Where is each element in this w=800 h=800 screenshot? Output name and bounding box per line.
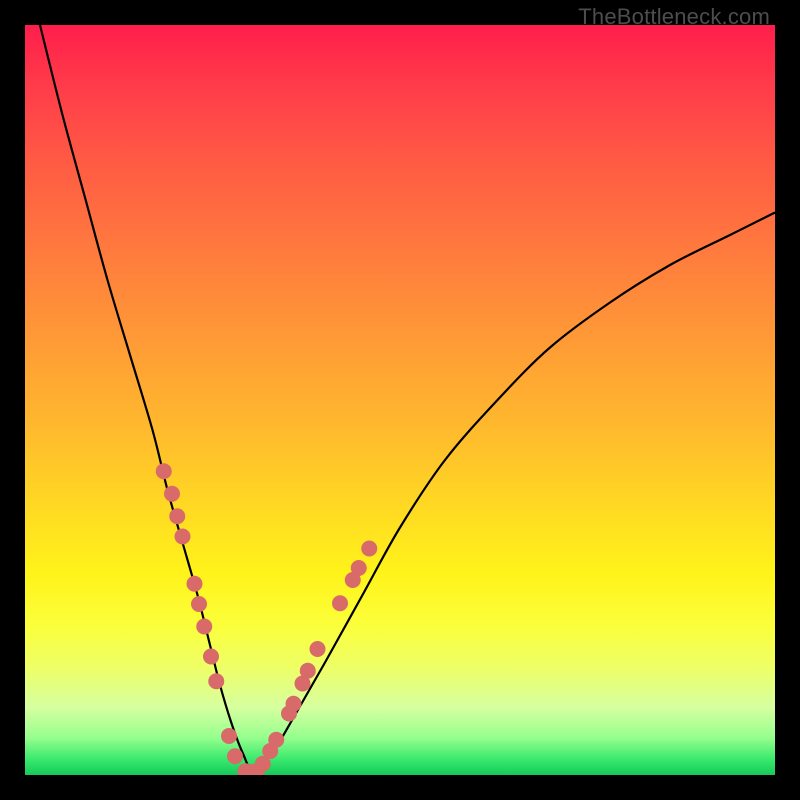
curve-marker	[300, 663, 316, 679]
curve-markers	[156, 463, 378, 775]
watermark-text: TheBottleneck.com	[578, 4, 770, 30]
curve-marker	[164, 486, 180, 502]
curve-marker	[187, 576, 203, 592]
curve-marker	[191, 596, 207, 612]
curve-marker	[169, 508, 185, 524]
curve-marker	[332, 595, 348, 611]
curve-marker	[203, 649, 219, 665]
bottleneck-curve	[40, 25, 775, 771]
curve-marker	[208, 673, 224, 689]
curve-marker	[175, 529, 191, 545]
curve-marker	[268, 732, 284, 748]
chart-frame	[25, 25, 775, 775]
curve-marker	[361, 541, 377, 557]
curve-marker	[221, 728, 237, 744]
curve-marker	[156, 463, 172, 479]
curve-marker	[310, 641, 326, 657]
curve-marker	[227, 748, 243, 764]
curve-marker	[286, 696, 302, 712]
curve-marker	[196, 619, 212, 635]
chart-svg	[25, 25, 775, 775]
curve-marker	[351, 560, 367, 576]
